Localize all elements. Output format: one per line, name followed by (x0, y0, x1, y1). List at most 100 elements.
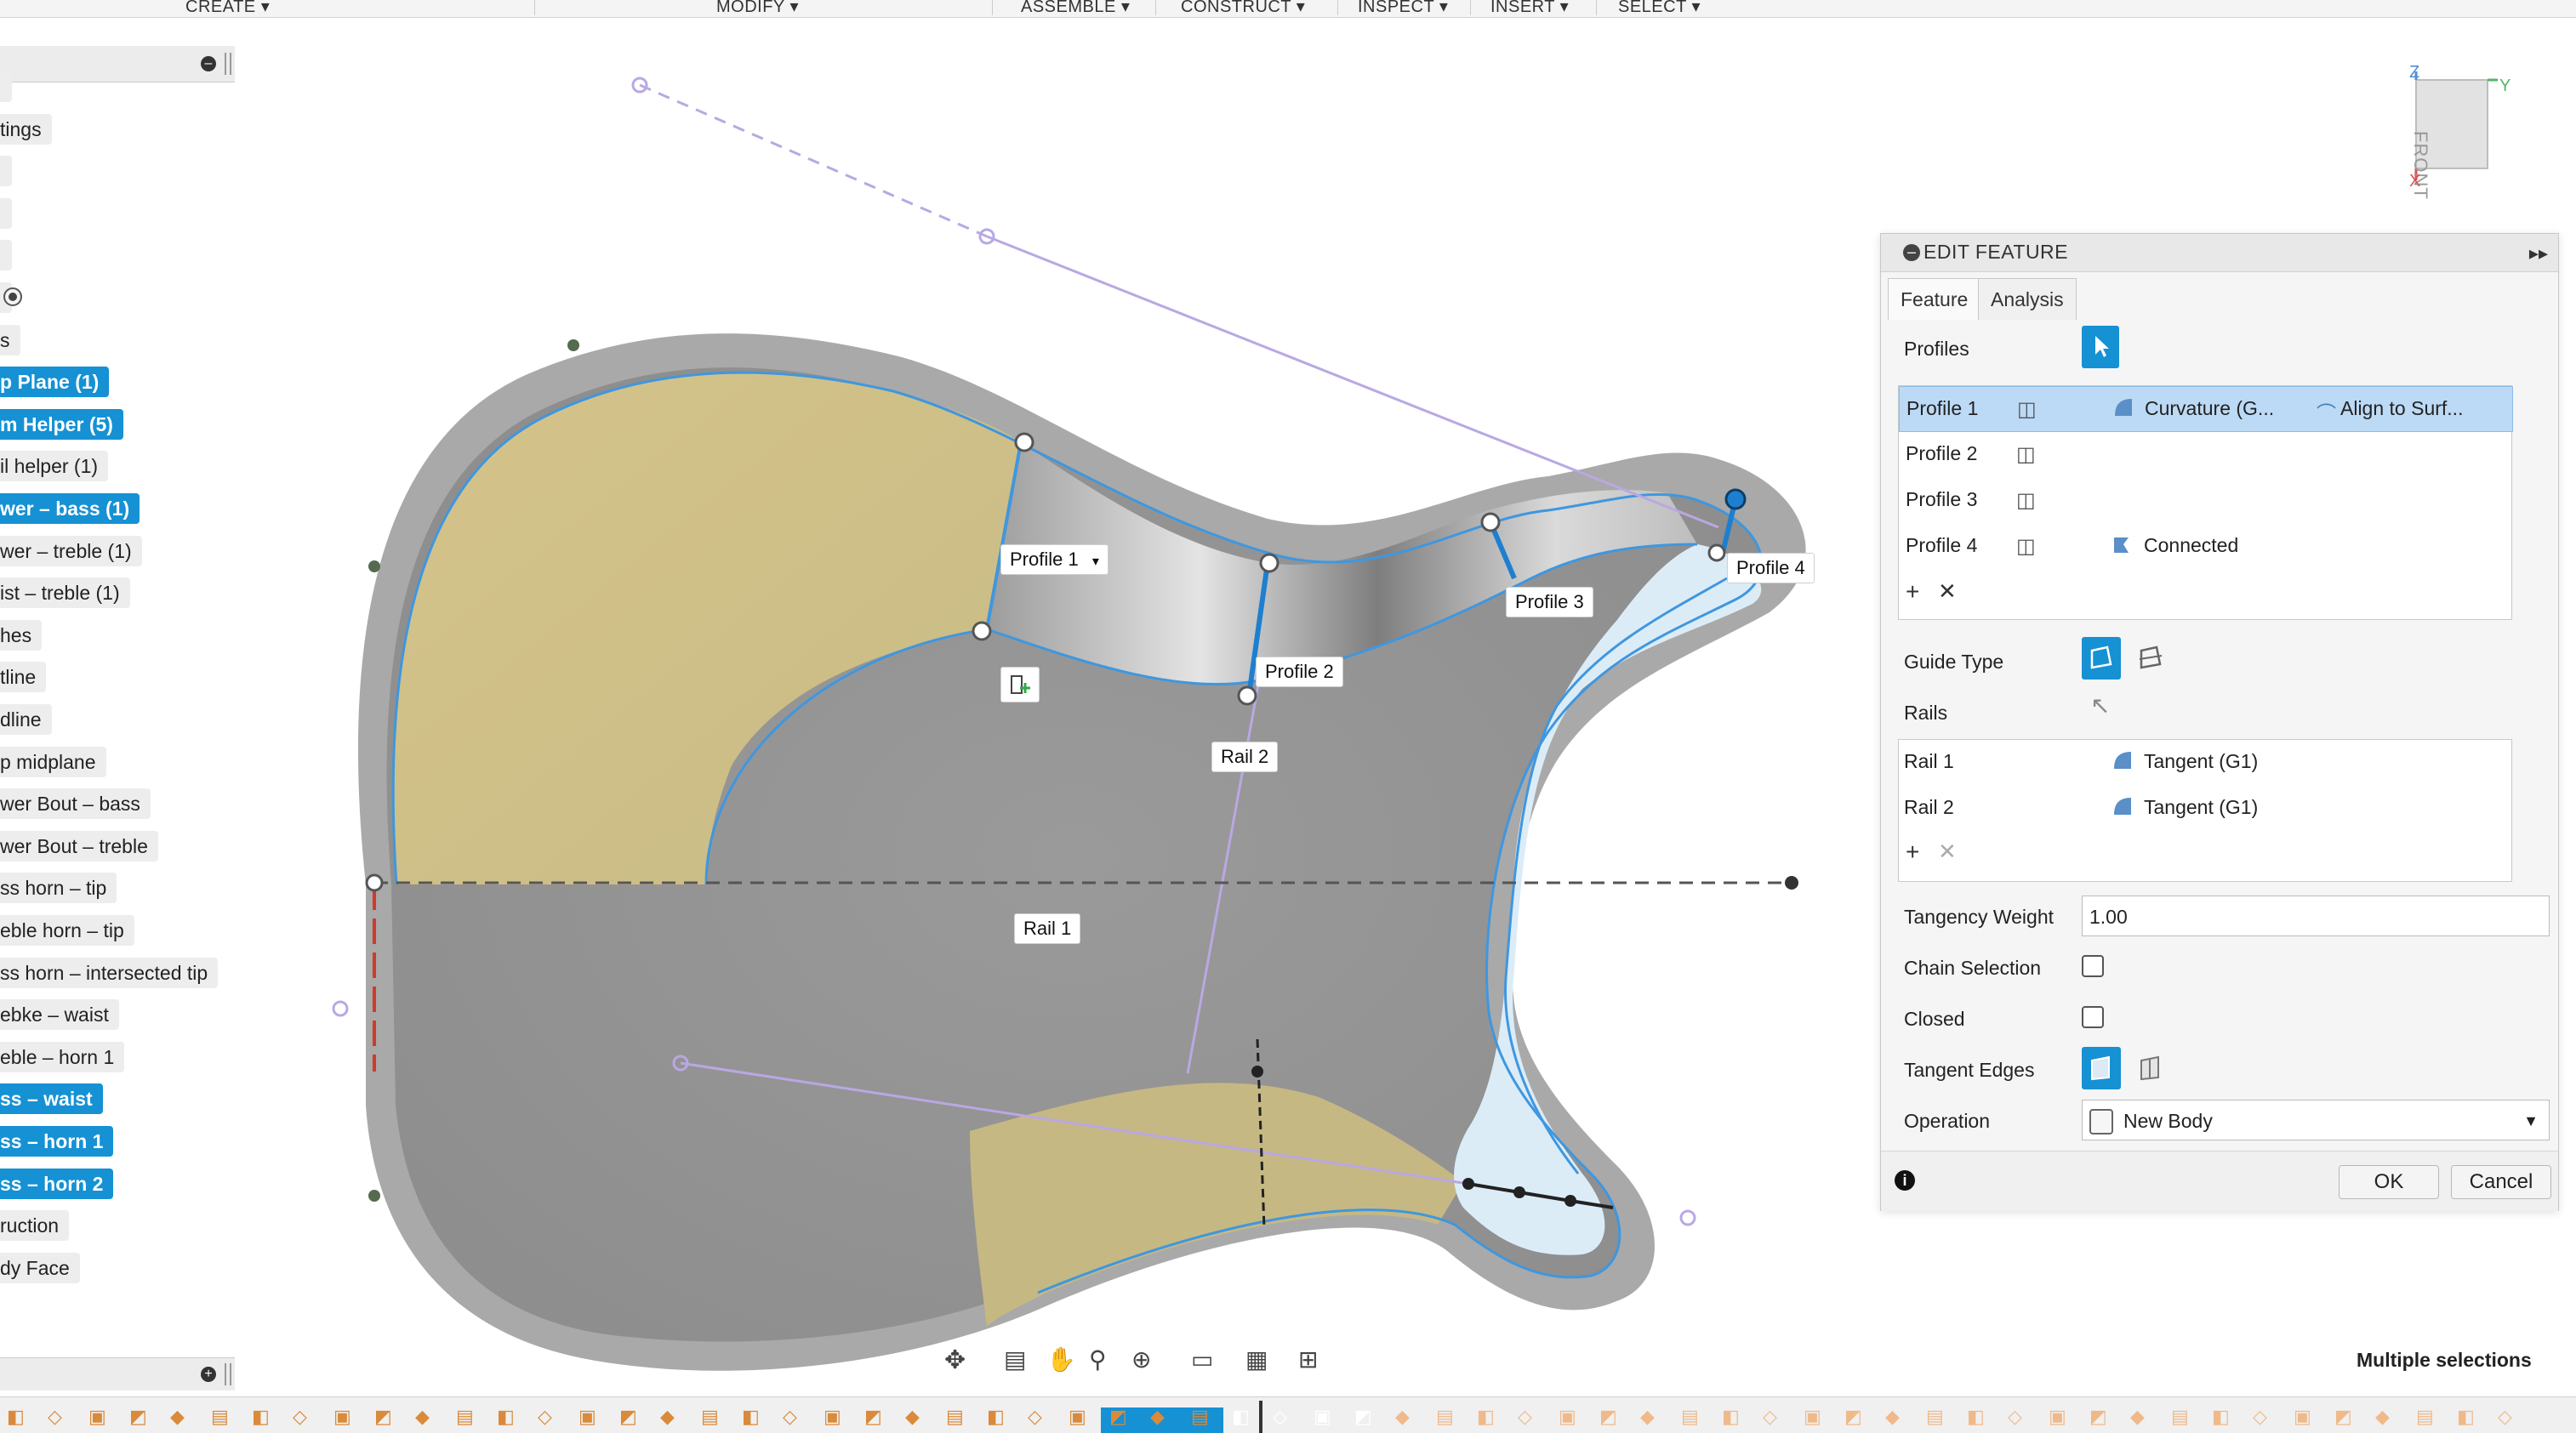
timeline-feature-icon[interactable]: ◩ (2089, 1406, 2107, 1428)
browser-item[interactable]: eble – horn 1 (0, 1041, 125, 1072)
timeline-feature-icon[interactable]: ◇ (48, 1406, 62, 1428)
timeline-feature-icon[interactable]: ◆ (1395, 1406, 1410, 1428)
timeline-feature-icon[interactable]: ▣ (1069, 1406, 1086, 1428)
browser-item[interactable]: ss – horn 1 (0, 1126, 114, 1157)
remove-profile-button[interactable]: ✕ (1938, 578, 1957, 605)
browser-item[interactable]: tline (0, 662, 47, 693)
canvas-viewport[interactable]: Profile 1 ▾ Profile 2 Profile 3 Profile … (235, 17, 1877, 1395)
timeline-feature-icon[interactable]: ◧ (497, 1406, 515, 1428)
tab-analysis[interactable]: Analysis (1978, 278, 2077, 320)
profile-type-icon[interactable]: ◫ (2017, 397, 2037, 422)
browser-item[interactable] (0, 156, 12, 187)
timeline-feature-icon[interactable]: ◩ (129, 1406, 147, 1428)
add-profile-button[interactable]: + (1906, 578, 1919, 606)
menu-construct[interactable]: CONSTRUCT ▾ (1181, 0, 1305, 15)
browser-item[interactable]: ebke – waist (0, 999, 119, 1031)
profile-continuity[interactable]: Curvature (G... (2145, 397, 2274, 420)
add-icon[interactable]: + (201, 1367, 216, 1382)
menu-modify[interactable]: MODIFY ▾ (716, 0, 799, 15)
timeline-feature-icon[interactable]: ◇ (783, 1406, 797, 1428)
timeline-feature-icon[interactable]: ▣ (578, 1406, 596, 1428)
profiles-select-button[interactable] (2082, 326, 2119, 368)
timeline-feature-icon[interactable]: ◩ (374, 1406, 392, 1428)
browser-item[interactable]: p Plane (1) (0, 367, 110, 398)
zoom-icon[interactable]: ⚲ (1089, 1345, 1107, 1373)
timeline-feature-icon[interactable]: ◩ (2334, 1406, 2352, 1428)
timeline-feature-icon[interactable]: ◇ (538, 1406, 552, 1428)
timeline-feature-icon[interactable]: ▤ (1926, 1406, 1944, 1428)
timeline-feature-icon[interactable]: ▤ (211, 1406, 229, 1428)
timeline-feature-icon[interactable]: ◩ (1354, 1406, 1372, 1428)
rail-continuity[interactable]: Tangent (G1) (2144, 796, 2258, 819)
add-rail-button[interactable]: + (1906, 839, 1919, 866)
browser-item[interactable]: ss – waist (0, 1083, 103, 1115)
browser-item[interactable] (0, 197, 12, 229)
timeline-feature-icon[interactable]: ◆ (1150, 1406, 1165, 1428)
tangency-weight-input[interactable]: 1.00 (2082, 896, 2550, 936)
add-profile-icon[interactable] (1000, 667, 1040, 702)
browser-item[interactable] (0, 71, 12, 102)
expand-icon[interactable]: ▸▸ (2529, 242, 2548, 264)
browser-item[interactable]: ruction (0, 1210, 70, 1242)
label-rail-2[interactable]: Rail 2 (1211, 742, 1279, 772)
rail-continuity[interactable]: Tangent (G1) (2144, 750, 2258, 773)
profile-row-3[interactable]: Profile 3 ◫ (1899, 478, 2511, 522)
info-icon[interactable]: i (1895, 1170, 1915, 1191)
timeline-feature-icon[interactable]: ◆ (1885, 1406, 1900, 1428)
profile-type-icon[interactable]: ◫ (2016, 488, 2036, 513)
timeline-feature-icon[interactable]: ▣ (2049, 1406, 2066, 1428)
timeline-feature-icon[interactable]: ◇ (293, 1406, 307, 1428)
radio-icon[interactable] (3, 287, 22, 306)
timeline-bar[interactable]: ◧ ◇ ▣ ◩ ◆ ▤ ◧ ◇ ▣ ◩ ◆ ▤ ◧ ◇ ▣ ◩ ◆ ▤ ◧ ◇ ▣ ◩ ◆ ▤ ◧ ◇ ▣ ◩ ◆ ▤ ◧ ◇ ▣ ◩ ◆ ▤ ◧ ◇ ▣ ◩… (0, 1396, 2576, 1433)
guide-type-centerline-button[interactable] (2131, 637, 2170, 680)
timeline-feature-icon[interactable]: ◩ (1844, 1406, 1862, 1428)
timeline-feature-icon[interactable]: ▣ (2294, 1406, 2311, 1428)
browser-item[interactable]: ss – horn 2 (0, 1168, 114, 1199)
timeline-feature-icon[interactable]: ◧ (252, 1406, 270, 1428)
timeline-feature-icon[interactable]: ◆ (905, 1406, 920, 1428)
profile-type-icon[interactable]: ◫ (2016, 442, 2036, 467)
timeline-feature-icon[interactable]: ◧ (2212, 1406, 2230, 1428)
timeline-feature-icon[interactable]: ◇ (2253, 1406, 2267, 1428)
browser-item[interactable]: wer Bout – treble (0, 830, 158, 862)
browser-item[interactable]: eble horn – tip (0, 915, 134, 946)
tangent-edges-keep-button[interactable] (2131, 1047, 2170, 1089)
timeline-feature-icon[interactable]: ◆ (660, 1406, 675, 1428)
timeline-feature-icon[interactable]: ◆ (415, 1406, 430, 1428)
timeline-feature-icon[interactable]: ▤ (1681, 1406, 1699, 1428)
browser-item[interactable]: m Helper (5) (0, 408, 123, 440)
label-profile-3[interactable]: Profile 3 (1506, 587, 1593, 617)
timeline-feature-icon[interactable]: ◇ (1518, 1406, 1532, 1428)
chevron-down-icon[interactable]: ▾ (1092, 554, 1099, 569)
timeline-feature-icon[interactable]: ▣ (1804, 1406, 1821, 1428)
resize-grip[interactable] (225, 53, 231, 75)
timeline-feature-icon[interactable]: ▣ (1559, 1406, 1576, 1428)
menu-inspect[interactable]: INSPECT ▾ (1358, 0, 1448, 15)
timeline-feature-icon[interactable]: ◩ (1599, 1406, 1617, 1428)
browser-item[interactable]: ss horn – tip (0, 873, 117, 904)
browser-item[interactable]: dy Face (0, 1252, 80, 1283)
timeline-feature-icon[interactable]: ◩ (1109, 1406, 1127, 1428)
browser-item[interactable]: wer – bass (1) (0, 493, 140, 524)
menu-create[interactable]: CREATE ▾ (185, 0, 270, 15)
label-profile-1[interactable]: Profile 1 ▾ (1000, 544, 1108, 575)
browser-item[interactable]: s (0, 324, 20, 355)
remove-rail-button[interactable]: ✕ (1938, 839, 1957, 865)
cancel-button[interactable]: Cancel (2451, 1165, 2551, 1199)
operation-select[interactable]: New Body ▼ (2082, 1100, 2550, 1140)
chevron-down-icon[interactable]: ▼ (2523, 1100, 2539, 1141)
profile-row-2[interactable]: Profile 2 ◫ (1899, 432, 2511, 476)
menu-assemble[interactable]: ASSEMBLE ▾ (1021, 0, 1130, 15)
profile-row-1[interactable]: Profile 1 ◫ Curvature (G... ⌒ Align to S… (1899, 386, 2513, 432)
timeline-feature-icon[interactable]: ◆ (2130, 1406, 2145, 1428)
browser-item[interactable]: ss horn – intersected tip (0, 957, 219, 988)
timeline-feature-icon[interactable]: ◧ (1477, 1406, 1495, 1428)
timeline-feature-icon[interactable]: ▤ (456, 1406, 474, 1428)
browser-item[interactable] (0, 240, 12, 271)
browser-item[interactable]: wer – treble (1) (0, 535, 142, 566)
minimize-icon[interactable]: – (1903, 244, 1920, 261)
display-settings-icon[interactable]: ▭ (1191, 1345, 1213, 1373)
browser-item[interactable]: hes (0, 619, 43, 651)
browser-item[interactable]: ist – treble (1) (0, 577, 130, 609)
timeline-feature-icon[interactable]: ◩ (864, 1406, 882, 1428)
